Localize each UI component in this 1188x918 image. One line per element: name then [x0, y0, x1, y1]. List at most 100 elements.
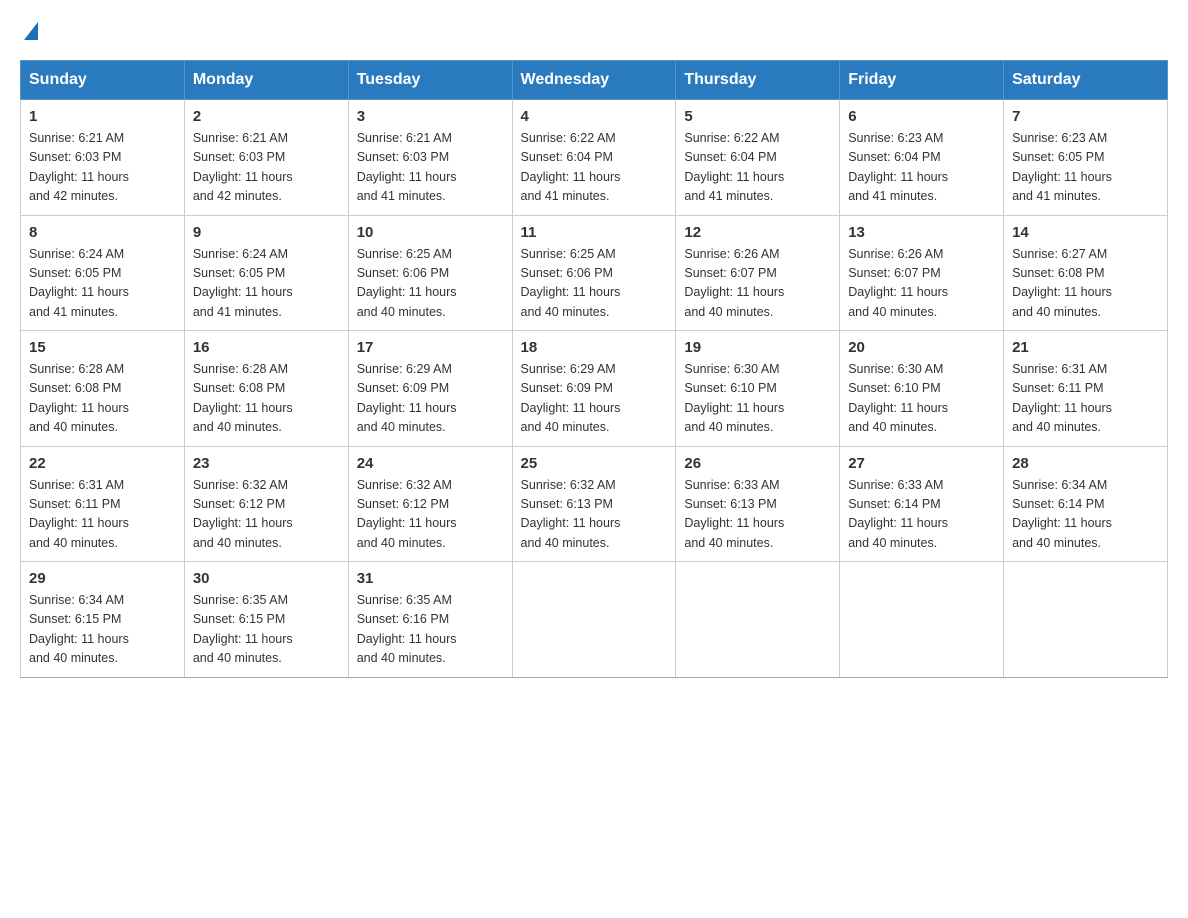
calendar-cell: 13 Sunrise: 6:26 AM Sunset: 6:07 PM Dayl…	[840, 215, 1004, 331]
day-number: 27	[848, 455, 995, 472]
calendar-cell: 16 Sunrise: 6:28 AM Sunset: 6:08 PM Dayl…	[184, 331, 348, 447]
day-info: Sunrise: 6:35 AM Sunset: 6:16 PM Dayligh…	[357, 591, 504, 669]
day-number: 21	[1012, 339, 1159, 356]
day-info: Sunrise: 6:23 AM Sunset: 6:05 PM Dayligh…	[1012, 129, 1159, 207]
day-info: Sunrise: 6:25 AM Sunset: 6:06 PM Dayligh…	[521, 245, 668, 323]
day-number: 28	[1012, 455, 1159, 472]
calendar-cell: 1 Sunrise: 6:21 AM Sunset: 6:03 PM Dayli…	[21, 100, 185, 216]
calendar-cell: 11 Sunrise: 6:25 AM Sunset: 6:06 PM Dayl…	[512, 215, 676, 331]
day-number: 2	[193, 108, 340, 125]
calendar-cell: 14 Sunrise: 6:27 AM Sunset: 6:08 PM Dayl…	[1004, 215, 1168, 331]
day-number: 14	[1012, 224, 1159, 241]
day-number: 12	[684, 224, 831, 241]
calendar-cell: 22 Sunrise: 6:31 AM Sunset: 6:11 PM Dayl…	[21, 446, 185, 562]
weekday-header-thursday: Thursday	[676, 61, 840, 100]
calendar-cell: 7 Sunrise: 6:23 AM Sunset: 6:05 PM Dayli…	[1004, 100, 1168, 216]
day-number: 1	[29, 108, 176, 125]
calendar-cell: 24 Sunrise: 6:32 AM Sunset: 6:12 PM Dayl…	[348, 446, 512, 562]
calendar-cell: 8 Sunrise: 6:24 AM Sunset: 6:05 PM Dayli…	[21, 215, 185, 331]
calendar-cell: 4 Sunrise: 6:22 AM Sunset: 6:04 PM Dayli…	[512, 100, 676, 216]
day-info: Sunrise: 6:28 AM Sunset: 6:08 PM Dayligh…	[29, 360, 176, 438]
day-number: 7	[1012, 108, 1159, 125]
day-info: Sunrise: 6:25 AM Sunset: 6:06 PM Dayligh…	[357, 245, 504, 323]
day-info: Sunrise: 6:23 AM Sunset: 6:04 PM Dayligh…	[848, 129, 995, 207]
weekday-header-saturday: Saturday	[1004, 61, 1168, 100]
week-row-1: 1 Sunrise: 6:21 AM Sunset: 6:03 PM Dayli…	[21, 100, 1168, 216]
day-info: Sunrise: 6:34 AM Sunset: 6:15 PM Dayligh…	[29, 591, 176, 669]
header-row: SundayMondayTuesdayWednesdayThursdayFrid…	[21, 61, 1168, 100]
weekday-header-sunday: Sunday	[21, 61, 185, 100]
day-number: 13	[848, 224, 995, 241]
day-info: Sunrise: 6:24 AM Sunset: 6:05 PM Dayligh…	[193, 245, 340, 323]
calendar-cell: 15 Sunrise: 6:28 AM Sunset: 6:08 PM Dayl…	[21, 331, 185, 447]
day-info: Sunrise: 6:21 AM Sunset: 6:03 PM Dayligh…	[357, 129, 504, 207]
week-row-3: 15 Sunrise: 6:28 AM Sunset: 6:08 PM Dayl…	[21, 331, 1168, 447]
day-info: Sunrise: 6:34 AM Sunset: 6:14 PM Dayligh…	[1012, 476, 1159, 554]
day-number: 6	[848, 108, 995, 125]
logo	[20, 20, 38, 40]
day-info: Sunrise: 6:31 AM Sunset: 6:11 PM Dayligh…	[29, 476, 176, 554]
day-number: 31	[357, 570, 504, 587]
calendar-cell: 19 Sunrise: 6:30 AM Sunset: 6:10 PM Dayl…	[676, 331, 840, 447]
calendar-cell	[512, 562, 676, 678]
day-info: Sunrise: 6:31 AM Sunset: 6:11 PM Dayligh…	[1012, 360, 1159, 438]
day-number: 25	[521, 455, 668, 472]
day-info: Sunrise: 6:22 AM Sunset: 6:04 PM Dayligh…	[684, 129, 831, 207]
day-info: Sunrise: 6:32 AM Sunset: 6:12 PM Dayligh…	[193, 476, 340, 554]
day-number: 20	[848, 339, 995, 356]
day-number: 10	[357, 224, 504, 241]
calendar-cell: 27 Sunrise: 6:33 AM Sunset: 6:14 PM Dayl…	[840, 446, 1004, 562]
day-number: 11	[521, 224, 668, 241]
day-info: Sunrise: 6:29 AM Sunset: 6:09 PM Dayligh…	[521, 360, 668, 438]
page-header	[20, 20, 1168, 40]
calendar-cell: 28 Sunrise: 6:34 AM Sunset: 6:14 PM Dayl…	[1004, 446, 1168, 562]
day-info: Sunrise: 6:35 AM Sunset: 6:15 PM Dayligh…	[193, 591, 340, 669]
day-number: 17	[357, 339, 504, 356]
day-number: 29	[29, 570, 176, 587]
day-info: Sunrise: 6:21 AM Sunset: 6:03 PM Dayligh…	[29, 129, 176, 207]
day-info: Sunrise: 6:32 AM Sunset: 6:13 PM Dayligh…	[521, 476, 668, 554]
day-info: Sunrise: 6:21 AM Sunset: 6:03 PM Dayligh…	[193, 129, 340, 207]
weekday-header-friday: Friday	[840, 61, 1004, 100]
calendar-body: 1 Sunrise: 6:21 AM Sunset: 6:03 PM Dayli…	[21, 100, 1168, 678]
calendar-cell: 18 Sunrise: 6:29 AM Sunset: 6:09 PM Dayl…	[512, 331, 676, 447]
logo-triangle-icon	[24, 22, 38, 40]
calendar-cell	[840, 562, 1004, 678]
day-info: Sunrise: 6:30 AM Sunset: 6:10 PM Dayligh…	[684, 360, 831, 438]
calendar-cell: 23 Sunrise: 6:32 AM Sunset: 6:12 PM Dayl…	[184, 446, 348, 562]
day-info: Sunrise: 6:33 AM Sunset: 6:14 PM Dayligh…	[848, 476, 995, 554]
day-info: Sunrise: 6:24 AM Sunset: 6:05 PM Dayligh…	[29, 245, 176, 323]
calendar-cell: 29 Sunrise: 6:34 AM Sunset: 6:15 PM Dayl…	[21, 562, 185, 678]
day-info: Sunrise: 6:26 AM Sunset: 6:07 PM Dayligh…	[684, 245, 831, 323]
calendar-cell: 20 Sunrise: 6:30 AM Sunset: 6:10 PM Dayl…	[840, 331, 1004, 447]
calendar-cell: 10 Sunrise: 6:25 AM Sunset: 6:06 PM Dayl…	[348, 215, 512, 331]
day-number: 4	[521, 108, 668, 125]
day-number: 15	[29, 339, 176, 356]
day-number: 30	[193, 570, 340, 587]
calendar-cell: 5 Sunrise: 6:22 AM Sunset: 6:04 PM Dayli…	[676, 100, 840, 216]
calendar-cell: 31 Sunrise: 6:35 AM Sunset: 6:16 PM Dayl…	[348, 562, 512, 678]
day-number: 16	[193, 339, 340, 356]
day-info: Sunrise: 6:29 AM Sunset: 6:09 PM Dayligh…	[357, 360, 504, 438]
calendar-cell: 12 Sunrise: 6:26 AM Sunset: 6:07 PM Dayl…	[676, 215, 840, 331]
calendar-cell: 25 Sunrise: 6:32 AM Sunset: 6:13 PM Dayl…	[512, 446, 676, 562]
day-number: 8	[29, 224, 176, 241]
logo-text	[20, 20, 38, 40]
calendar-header: SundayMondayTuesdayWednesdayThursdayFrid…	[21, 61, 1168, 100]
day-info: Sunrise: 6:27 AM Sunset: 6:08 PM Dayligh…	[1012, 245, 1159, 323]
week-row-2: 8 Sunrise: 6:24 AM Sunset: 6:05 PM Dayli…	[21, 215, 1168, 331]
calendar-cell: 9 Sunrise: 6:24 AM Sunset: 6:05 PM Dayli…	[184, 215, 348, 331]
day-number: 9	[193, 224, 340, 241]
day-info: Sunrise: 6:30 AM Sunset: 6:10 PM Dayligh…	[848, 360, 995, 438]
day-info: Sunrise: 6:28 AM Sunset: 6:08 PM Dayligh…	[193, 360, 340, 438]
calendar-cell	[676, 562, 840, 678]
day-number: 19	[684, 339, 831, 356]
day-number: 23	[193, 455, 340, 472]
weekday-header-monday: Monday	[184, 61, 348, 100]
day-info: Sunrise: 6:22 AM Sunset: 6:04 PM Dayligh…	[521, 129, 668, 207]
weekday-header-wednesday: Wednesday	[512, 61, 676, 100]
week-row-4: 22 Sunrise: 6:31 AM Sunset: 6:11 PM Dayl…	[21, 446, 1168, 562]
calendar-cell: 30 Sunrise: 6:35 AM Sunset: 6:15 PM Dayl…	[184, 562, 348, 678]
day-info: Sunrise: 6:32 AM Sunset: 6:12 PM Dayligh…	[357, 476, 504, 554]
day-number: 5	[684, 108, 831, 125]
